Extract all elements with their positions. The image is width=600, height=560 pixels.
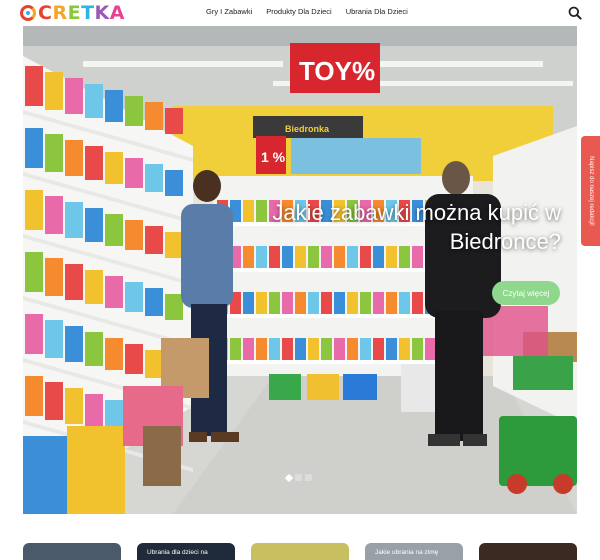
main-nav: Gry I Zabawki Produkty Dla Dzieci Ubrani… (206, 7, 408, 16)
nav-item-games-toys[interactable]: Gry I Zabawki (206, 7, 252, 16)
toy-sign-text: TOY% (299, 56, 375, 86)
related-post-thumb[interactable]: Jakie ubrania na zimę (365, 543, 463, 560)
search-icon[interactable] (568, 6, 582, 20)
nav-item-kids-products[interactable]: Produkty Dla Dzieci (266, 7, 331, 16)
related-post-title: Jakie ubrania na zimę (375, 549, 439, 556)
slider-dot-3[interactable] (305, 474, 312, 481)
site-header: CRETKA Gry I Zabawki Produkty Dla Dzieci… (0, 0, 600, 26)
related-post-thumb[interactable] (479, 543, 577, 560)
hero-image: TOY% 1 % Biedronka (23, 26, 577, 514)
nav-item-kids-clothes[interactable]: Ubrania Dla Dzieci (346, 7, 408, 16)
related-posts-strip: Ubrania dla dzieci na Jakie ubrania na z… (23, 543, 577, 560)
related-post-thumb[interactable] (23, 543, 121, 560)
related-post-thumb[interactable] (251, 543, 349, 560)
slider-dots (284, 473, 312, 482)
logo-mark-icon (20, 5, 36, 21)
slider-dot-1[interactable] (284, 473, 294, 482)
site-logo[interactable]: CRETKA (20, 2, 125, 24)
contact-editorial-tab[interactable]: Napisz do naszej redakcji! (581, 136, 600, 246)
hero-title[interactable]: Jakie zabawki można kupić w Biedronce? (241, 198, 561, 256)
related-post-title: Ubrania dla dzieci na (147, 549, 208, 556)
slider-dot-2[interactable] (295, 474, 302, 481)
hero-slider[interactable]: TOY% 1 % Biedronka Jakie zabawki można kup… (23, 26, 577, 514)
logo-text: CRETKA (38, 2, 125, 24)
read-more-button[interactable]: Czytaj więcej (492, 281, 560, 305)
store-sign-text: Biedronka (285, 124, 330, 134)
related-post-thumb[interactable]: Ubrania dla dzieci na (137, 543, 235, 560)
price-sign-text: 1 % (261, 149, 286, 165)
contact-editorial-label: Napisz do naszej redakcji! (587, 156, 594, 226)
